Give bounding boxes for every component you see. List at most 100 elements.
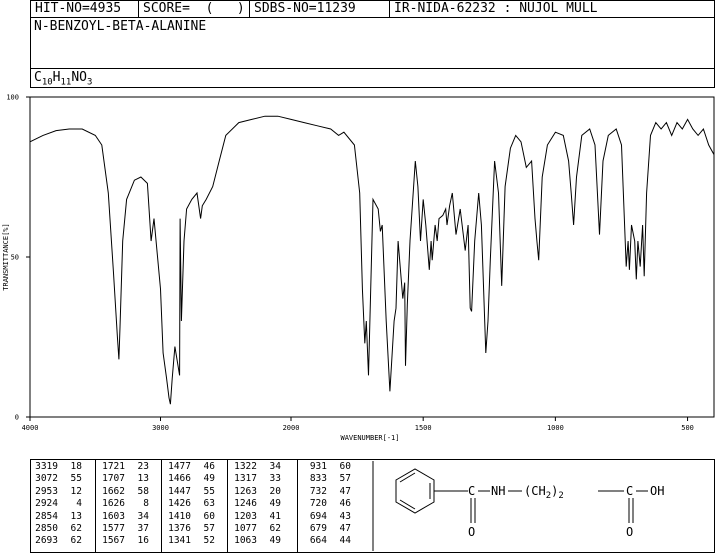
peak-transmittance: 13 (137, 473, 149, 485)
peak-transmittance: 34 (137, 510, 149, 522)
peak-transmittance: 4 (76, 498, 82, 510)
peak-row: 1246 49 (233, 498, 281, 510)
peak-row: 1626 8 (101, 498, 149, 510)
peak-wavenumber: 1426 (168, 498, 191, 510)
peak-row: 1721 23 (101, 461, 149, 473)
peak-row: 1376 57 (167, 523, 215, 535)
peak-transmittance: 58 (137, 485, 149, 497)
peak-transmittance: 57 (339, 473, 351, 485)
peak-column-divider (95, 459, 96, 553)
peak-wavenumber: 1246 (234, 498, 257, 510)
peak-row: 3072 55 (34, 473, 82, 485)
peak-row: 679 47 (303, 523, 351, 535)
peak-row: 1322 34 (233, 461, 281, 473)
peak-wavenumber: 720 (309, 498, 327, 510)
peak-wavenumber: 1466 (168, 473, 191, 485)
peak-transmittance: 46 (203, 461, 215, 472)
peak-column: 931 60 833 57 732 47 720 46 694 43 679 47 664 44 (303, 461, 351, 548)
peak-wavenumber: 2953 (35, 485, 58, 497)
peak-row: 3319 18 (34, 461, 82, 473)
peak-row: 2854 13 (34, 511, 82, 523)
peak-column: 1721 23 1707 13 1662 58 1626 8 1603 34 1577 37 1567 1… (101, 461, 149, 548)
x-axis-ticks: 4000 3000 2000 1500 1000 500 (22, 417, 694, 432)
peak-transmittance: 60 (203, 510, 215, 522)
carbonyl-carbon-2: C (626, 484, 633, 498)
peak-transmittance: 46 (339, 498, 351, 510)
peak-transmittance: 47 (339, 523, 351, 535)
peak-row: 1447 55 (167, 486, 215, 498)
peak-row: 1477 46 (167, 461, 215, 473)
peak-transmittance: 12 (70, 485, 82, 497)
peak-wavenumber: 732 (309, 485, 327, 497)
peak-wavenumber: 664 (309, 535, 327, 547)
peak-column-divider (161, 459, 162, 553)
peak-wavenumber: 1203 (234, 510, 257, 522)
benzene-ring (395, 468, 435, 514)
peak-wavenumber: 1477 (168, 461, 191, 472)
peak-transmittance: 13 (70, 510, 82, 522)
peak-wavenumber: 833 (309, 473, 327, 485)
x-tick-label: 1500 (415, 424, 432, 432)
x-tick-label: 500 (681, 424, 694, 432)
peak-transmittance: 55 (70, 473, 82, 485)
peak-transmittance: 37 (137, 523, 149, 535)
peak-wavenumber: 2854 (35, 510, 58, 522)
peak-wavenumber: 1376 (168, 523, 191, 535)
peak-transmittance: 62 (70, 523, 82, 535)
peak-transmittance: 49 (269, 498, 281, 510)
peak-column: 3319 18 3072 55 2953 12 2924 4 2854 13 2850 62 2693 6… (34, 461, 82, 548)
peak-transmittance: 47 (339, 485, 351, 497)
peak-wavenumber: 2693 (35, 535, 58, 547)
peak-row: 2953 12 (34, 486, 82, 498)
y-axis-label: TRANSMITTANCE[%] (2, 223, 10, 290)
y-tick-label: 0 (15, 414, 19, 422)
ir-spectrum-chart: 4000 3000 2000 1500 1000 500 0 50 100 WAVENUMBE… (2, 94, 715, 442)
peak-row: 1466 49 (167, 473, 215, 485)
peak-transmittance: 20 (269, 485, 281, 497)
peak-transmittance: 16 (137, 535, 149, 547)
peak-row: 720 46 (303, 498, 351, 510)
peak-transmittance: 44 (339, 535, 351, 547)
carbonyl-oxygen-2: O (626, 525, 633, 539)
peak-transmittance: 62 (70, 535, 82, 547)
peak-row: 1341 52 (167, 535, 215, 547)
amide-nh: NH (491, 484, 505, 498)
peak-transmittance: 57 (203, 523, 215, 535)
peak-transmittance: 18 (70, 461, 82, 472)
carbonyl-oxygen-1: O (468, 525, 475, 539)
peak-row: 1203 41 (233, 511, 281, 523)
peak-wavenumber: 2924 (35, 498, 58, 510)
x-axis-label: WAVENUMBER[-1] (340, 434, 399, 442)
peak-row: 1317 33 (233, 473, 281, 485)
structure-diagram: C O NH (CH2)2 C O OH (372, 461, 664, 551)
peak-wavenumber: 1577 (102, 523, 125, 535)
peak-transmittance: 63 (203, 498, 215, 510)
peak-wavenumber: 1317 (234, 473, 257, 485)
peak-wavenumber: 1077 (234, 523, 257, 535)
spectrum-line (29, 115, 715, 405)
peak-transmittance: 34 (269, 461, 281, 472)
peak-column: 1322 34 1317 33 1263 20 1246 49 1203 41 1077 62 1063… (233, 461, 281, 548)
peak-transmittance: 43 (339, 510, 351, 522)
peak-wavenumber: 3319 (35, 461, 58, 472)
peak-transmittance: 33 (269, 473, 281, 485)
peak-wavenumber: 1322 (234, 461, 257, 472)
peak-wavenumber: 3072 (35, 473, 58, 485)
peak-transmittance: 60 (339, 461, 351, 472)
y-tick-label: 100 (6, 94, 19, 102)
peak-row: 1707 13 (101, 473, 149, 485)
peak-transmittance: 49 (269, 535, 281, 547)
x-tick-label: 4000 (22, 424, 39, 432)
peak-wavenumber: 2850 (35, 523, 58, 535)
peak-row: 1577 37 (101, 523, 149, 535)
peak-row: 664 44 (303, 535, 351, 547)
x-tick-label: 2000 (283, 424, 300, 432)
peak-wavenumber: 1263 (234, 485, 257, 497)
peak-row: 2924 4 (34, 498, 82, 510)
peak-wavenumber: 1626 (102, 498, 125, 510)
hydroxyl: OH (650, 484, 664, 498)
peak-row: 1662 58 (101, 486, 149, 498)
peak-transmittance: 8 (143, 498, 149, 510)
peak-row: 2850 62 (34, 523, 82, 535)
peak-row: 1263 20 (233, 486, 281, 498)
